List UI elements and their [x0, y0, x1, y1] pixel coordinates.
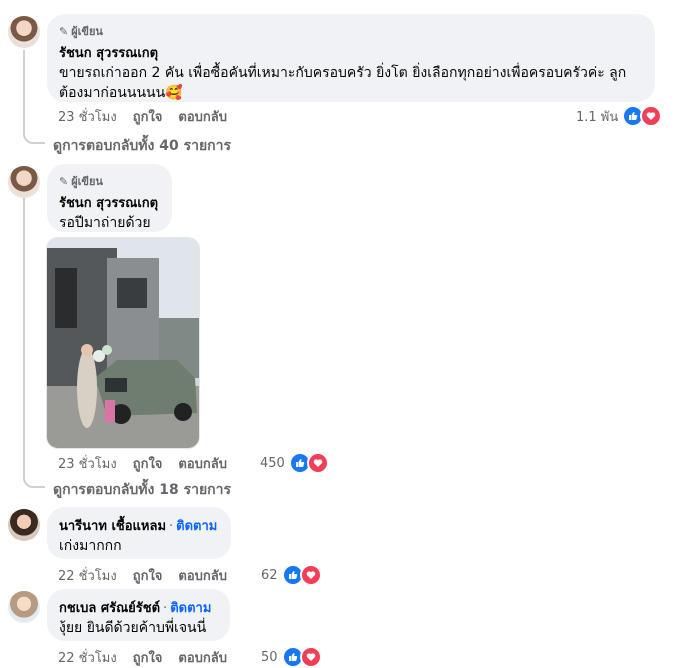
- comment-actions: 22 ชั่วโมง ถูกใจ ตอบกลับ: [58, 647, 227, 668]
- like-button[interactable]: ถูกใจ: [133, 565, 163, 586]
- comment-actions: 23 ชั่วโมง ถูกใจ ตอบกลับ: [58, 106, 227, 127]
- pencil-icon: ✎: [59, 24, 69, 38]
- reply-button[interactable]: ตอบกลับ: [178, 106, 227, 127]
- heart-icon: [299, 564, 322, 586]
- timestamp[interactable]: 23 ชั่วโมง: [58, 453, 117, 474]
- comment-bubble: กชเบล ศรัณย์รัชต์ · ติดตาม งุ้ยย ยินดีด้วย…: [47, 589, 230, 641]
- reply-button[interactable]: ตอบกลับ: [178, 647, 227, 668]
- comment-text: รอปีมาถ่ายด้วย: [59, 215, 151, 231]
- reaction-summary[interactable]: 62: [261, 564, 322, 586]
- comment-photo[interactable]: [46, 237, 200, 449]
- pencil-icon: ✎: [59, 174, 69, 188]
- reaction-count: 450: [260, 455, 285, 471]
- like-button[interactable]: ถูกใจ: [133, 647, 163, 668]
- comment-text: ขายรถเก่าออก 2 คัน เพื่อซื้อคันที่เหมาะก…: [59, 65, 627, 81]
- avatar[interactable]: [8, 16, 40, 48]
- separator-dot: ·: [163, 601, 168, 616]
- author-badge: ✎ ผู้เขียน: [59, 174, 103, 189]
- avatar[interactable]: [8, 509, 40, 541]
- follow-button[interactable]: ติดตาม: [176, 519, 217, 534]
- comment-author[interactable]: กชเบล ศรัณย์รัชต์: [59, 601, 160, 616]
- heart-icon: [299, 646, 322, 668]
- comment-text: งุ้ยย ยินดีด้วยค้าบพี่เจนนี่: [59, 620, 207, 636]
- view-replies-link[interactable]: ดูการตอบกลับทั้ง 40 รายการ: [53, 135, 231, 157]
- timestamp[interactable]: 22 ชั่วโมง: [58, 647, 117, 668]
- house-car-photo: [47, 238, 199, 448]
- reaction-summary[interactable]: 450: [260, 452, 329, 474]
- comment-text: เก่งมากกก: [59, 538, 122, 554]
- comment-bubble: ✎ ผู้เขียน รัชนก สุวรรณเกตุ รอปีมาถ่ายด้…: [47, 164, 172, 232]
- thread-line: [23, 198, 25, 478]
- like-button[interactable]: ถูกใจ: [133, 453, 163, 474]
- avatar[interactable]: [8, 166, 40, 198]
- comment-author[interactable]: รัชนก สุวรรณเกตุ: [59, 192, 160, 213]
- like-button[interactable]: ถูกใจ: [133, 106, 163, 127]
- comment-actions: 22 ชั่วโมง ถูกใจ ตอบกลับ: [58, 565, 227, 586]
- reaction-count: 1.1 พัน: [576, 109, 619, 125]
- view-replies-link[interactable]: ดูการตอบกลับทั้ง 18 รายการ: [53, 479, 231, 501]
- reaction-count: 62: [261, 567, 278, 583]
- comment-bubble: นารีนาท เชื้อแหลม · ติดตาม เก่งมากกก: [47, 507, 231, 559]
- comment-author[interactable]: รัชนก สุวรรณเกตุ: [59, 42, 643, 63]
- comment-bubble: ✎ ผู้เขียน รัชนก สุวรรณเกตุ ขายรถเก่าออก…: [47, 14, 655, 102]
- comment-author[interactable]: นารีนาท เชื้อแหลม: [59, 519, 166, 534]
- timestamp[interactable]: 23 ชั่วโมง: [58, 106, 117, 127]
- thread-line: [23, 50, 25, 136]
- follow-button[interactable]: ติดตาม: [170, 601, 211, 616]
- author-badge: ✎ ผู้เขียน: [59, 24, 103, 39]
- timestamp[interactable]: 22 ชั่วโมง: [58, 565, 117, 586]
- separator-dot: ·: [169, 519, 174, 534]
- avatar[interactable]: [8, 591, 40, 623]
- reaction-summary[interactable]: 1.1 พัน: [576, 105, 663, 127]
- comment-actions: 23 ชั่วโมง ถูกใจ ตอบกลับ: [58, 453, 227, 474]
- heart-icon: [306, 452, 329, 474]
- thread-curve: [23, 128, 45, 144]
- comment-text: ต้องมาก่อนนนนน🥰: [59, 85, 183, 101]
- reaction-summary[interactable]: 50: [261, 646, 322, 668]
- thread-curve: [23, 472, 45, 488]
- reaction-count: 50: [261, 649, 278, 665]
- reply-button[interactable]: ตอบกลับ: [178, 453, 227, 474]
- reply-button[interactable]: ตอบกลับ: [178, 565, 227, 586]
- heart-icon: [640, 105, 663, 127]
